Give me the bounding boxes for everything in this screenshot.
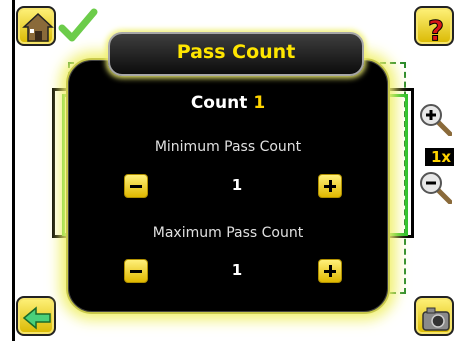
maximum-decrement-button[interactable] [124,259,148,283]
home-button[interactable] [16,6,56,46]
back-arrow-icon [22,306,51,330]
zoom-in-icon[interactable] [418,102,452,136]
help-button[interactable]: ? [414,6,454,48]
minimum-pass-count-value: 1 [231,176,243,194]
question-mark-icon: ? [427,14,444,48]
image-frame-edge [12,0,15,341]
home-icon [22,12,54,42]
minimum-pass-count-label: Minimum Pass Count [154,139,302,155]
dialog-title: Pass Count [108,32,364,76]
maximum-pass-count-label: Maximum Pass Count [152,225,304,241]
camera-button[interactable] [414,296,454,336]
zoom-level-label: 1x [425,148,454,166]
plus-icon-v [329,265,332,277]
checkmark-icon [58,8,98,42]
count-display: Count 1 [66,93,390,113]
svg-text:?: ? [428,14,444,47]
maximum-increment-button[interactable] [318,259,342,283]
count-label: Count [190,93,248,113]
camera-icon [422,307,450,331]
minus-icon [130,270,142,273]
plus-icon-v [329,180,332,192]
back-button[interactable] [16,296,56,336]
minus-icon [130,185,142,188]
maximum-pass-count-value: 1 [231,261,243,279]
count-value: 1 [253,93,266,113]
minimum-decrement-button[interactable] [124,174,148,198]
zoom-out-icon[interactable] [418,170,452,204]
minimum-increment-button[interactable] [318,174,342,198]
